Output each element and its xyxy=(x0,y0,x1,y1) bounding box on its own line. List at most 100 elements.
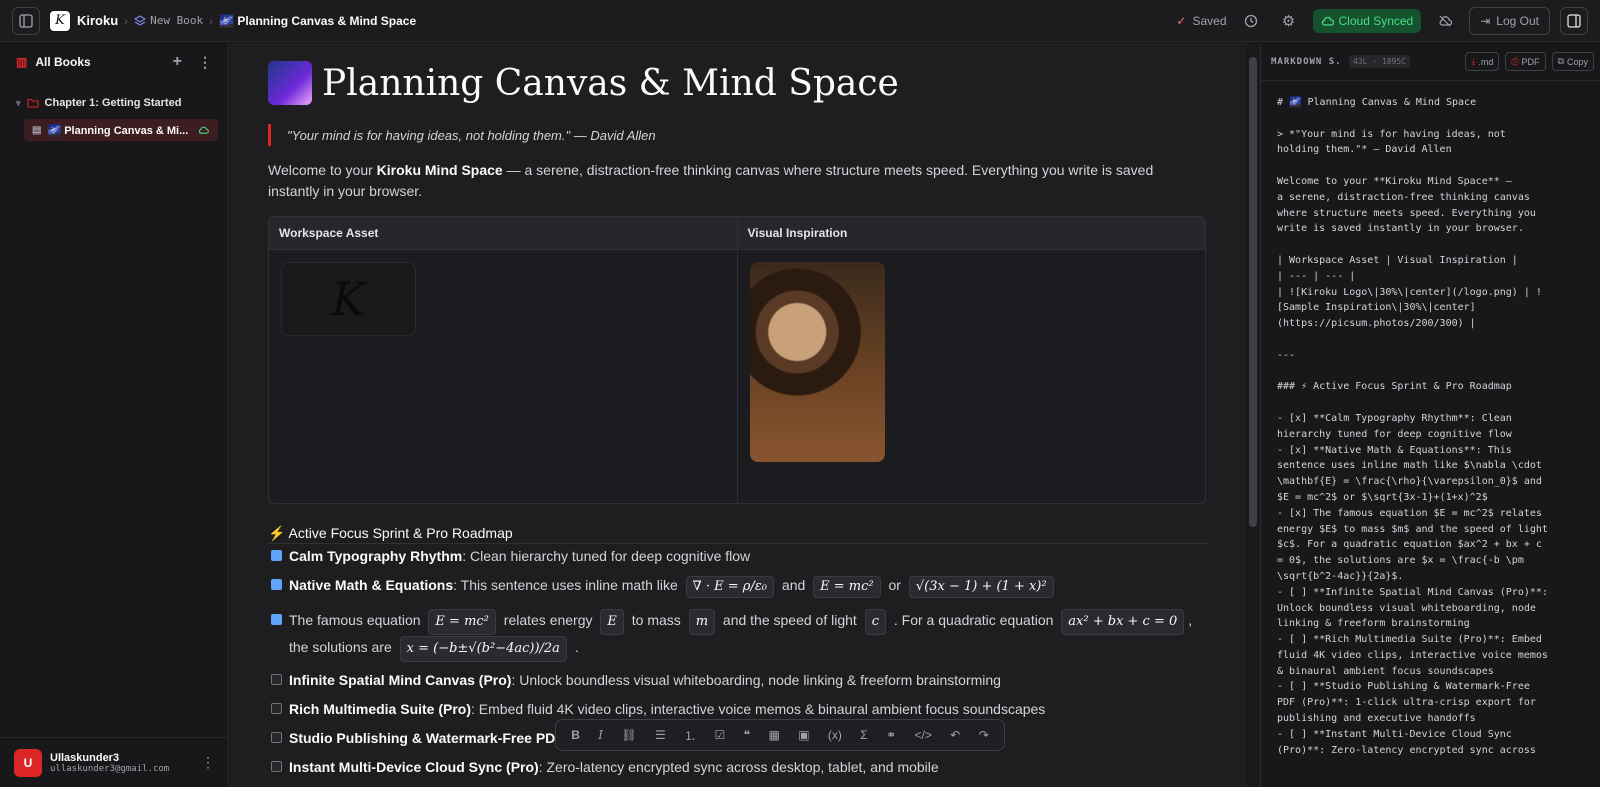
math-inline[interactable]: m xyxy=(688,609,716,635)
math-connector: to mass xyxy=(631,612,681,628)
download-icon: ⤓ xyxy=(1471,56,1476,66)
breadcrumb-book-label: New Book xyxy=(150,14,204,27)
sidebar-header: ▥ All Books + ⋮ xyxy=(0,43,228,81)
user-profile[interactable]: U Ullaskunder3 ullaskunder3@gmail.com ⋮ xyxy=(0,737,229,787)
bold-icon[interactable]: B xyxy=(571,728,580,742)
editor[interactable]: Planning Canvas & Mind Space "Your mind … xyxy=(230,43,1246,787)
logout-icon: ⇥ xyxy=(1480,14,1491,28)
image-icon[interactable]: ▣ xyxy=(798,728,809,742)
task-checkbox[interactable] xyxy=(271,703,282,714)
math-inline[interactable]: E = mc² xyxy=(813,576,881,598)
kiroku-logo-icon: K xyxy=(50,10,70,31)
page-title[interactable]: Planning Canvas & Mind Space xyxy=(268,59,1208,107)
task-title: Rich Multimedia Suite (Pro) xyxy=(289,701,472,717)
blockquote[interactable]: "Your mind is for having ideas, not hold… xyxy=(268,124,1208,146)
editor-scrollbar[interactable] xyxy=(1246,43,1260,787)
cloud-off-icon xyxy=(1439,15,1453,27)
math-inline[interactable]: ∇ · E = ρ/ε₀ xyxy=(685,576,775,598)
roadmap-heading-text: ⚡ Active Focus Sprint & Pro Roadmap xyxy=(268,524,513,541)
logout-button[interactable]: ⇥ Log Out xyxy=(1469,7,1550,35)
history-button[interactable] xyxy=(1237,7,1265,35)
settings-button[interactable]: ⚙ xyxy=(1275,7,1303,35)
user-email: ullaskunder3@gmail.com xyxy=(50,763,170,774)
intro-paragraph[interactable]: Welcome to your Kiroku Mind Space — a se… xyxy=(268,160,1208,202)
task-text: : Zero-latency encrypted sync across des… xyxy=(538,759,939,775)
task-list-icon[interactable]: ☑ xyxy=(715,728,726,742)
more-vertical-icon[interactable]: ⋮ xyxy=(201,754,215,771)
export-pdf-label: PDF xyxy=(1521,56,1540,67)
cloud-icon xyxy=(1321,16,1334,26)
link-icon[interactable]: ⛓ xyxy=(621,728,636,742)
task-checkbox[interactable] xyxy=(271,550,282,561)
task-item: Instant Multi-Device Cloud Sync (Pro): Z… xyxy=(268,757,1208,777)
add-book-button[interactable]: + xyxy=(173,53,182,71)
math-inline[interactable]: √(3x − 1) + (1 + x)² xyxy=(908,576,1054,598)
diagram-icon[interactable]: ⚭ xyxy=(886,728,896,742)
cloud-sync-status[interactable]: Cloud Synced xyxy=(1312,9,1422,33)
task-title: Infinite Spatial Mind Canvas (Pro) xyxy=(289,672,512,688)
task-checkbox[interactable] xyxy=(271,614,282,625)
markdown-source[interactable]: # 🌌 Planning Canvas & Mind Space > *"You… xyxy=(1261,81,1600,758)
code-icon[interactable]: </> xyxy=(915,728,932,742)
math-connector: or xyxy=(888,577,901,593)
save-status-label: Saved xyxy=(1192,14,1227,28)
task-text: : Clean hierarchy tuned for deep cogniti… xyxy=(462,548,751,564)
breadcrumb-book[interactable]: New Book xyxy=(134,14,203,27)
intro-pre: Welcome to your xyxy=(268,162,377,178)
sigma-icon[interactable]: Σ xyxy=(860,728,867,742)
task-title: Native Math & Equations xyxy=(289,577,454,593)
app-brand[interactable]: K Kiroku xyxy=(50,10,118,31)
math-inline[interactable]: E = mc² xyxy=(428,609,496,635)
toggle-sidebar-button[interactable] xyxy=(12,6,40,35)
task-checkbox[interactable] xyxy=(271,674,282,685)
undo-icon[interactable]: ↶ xyxy=(950,728,960,742)
bullet-list-icon[interactable]: ☰ xyxy=(655,728,666,742)
format-toolbar: B I ⛓ ☰ ⒈ ☑ ❝ ▦ ▣ (x) Σ ⚭ </> ↶ ↷ xyxy=(555,719,1005,751)
task-text: : Unlock boundless visual whiteboarding,… xyxy=(511,672,1001,688)
math-connector: . For a quadratic equation xyxy=(893,612,1054,628)
task-text: : This sentence uses inline math like xyxy=(453,577,678,593)
math-connector: . xyxy=(574,639,579,655)
task-checkbox[interactable] xyxy=(271,761,282,772)
offline-toggle-button[interactable] xyxy=(1431,7,1459,35)
toggle-markdown-panel-button[interactable] xyxy=(1560,7,1588,35)
library-icon: ▥ xyxy=(16,55,28,69)
italic-icon[interactable]: I xyxy=(598,728,603,742)
quote-icon[interactable]: ❝ xyxy=(744,728,750,742)
math-inline[interactable]: E xyxy=(600,609,624,635)
kiroku-logo-image[interactable]: K xyxy=(281,262,416,336)
math-inline[interactable]: x = (−b±√(b²−4ac))/2a xyxy=(399,636,567,662)
galaxy-emoji-icon xyxy=(268,61,312,105)
task-checkbox[interactable] xyxy=(271,732,282,743)
save-status: ✓ Saved xyxy=(1176,14,1226,28)
task-text: : Embed fluid 4K video clips, interactiv… xyxy=(471,701,1046,717)
math-inline[interactable]: ax² + bx + c = 0 xyxy=(1061,609,1185,635)
math-connector: and the speed of light xyxy=(722,612,857,628)
export-md-button[interactable]: ⤓ .md xyxy=(1465,52,1500,71)
roadmap-heading[interactable]: ⚡ Active Focus Sprint & Pro Roadmap xyxy=(268,524,1208,544)
scrollbar-thumb[interactable] xyxy=(1249,57,1257,527)
markdown-panel: MARKDOWN S... 43L · 1895C ⤓.md ⎙PDF ⧉Cop… xyxy=(1260,43,1600,787)
layers-icon xyxy=(134,14,147,26)
variable-icon[interactable]: (x) xyxy=(828,728,842,742)
redo-icon[interactable]: ↷ xyxy=(979,728,989,742)
logout-label: Log Out xyxy=(1496,14,1539,28)
task-item: Calm Typography Rhythm: Clean hierarchy … xyxy=(268,546,1208,566)
document: Planning Canvas & Mind Space "Your mind … xyxy=(268,43,1208,777)
table-column: Visual Inspiration xyxy=(737,217,1205,503)
sidebar-page-active[interactable]: ▤ 🌌 Planning Canvas & Mi... xyxy=(24,119,218,141)
coffee-inspiration-image[interactable] xyxy=(749,262,885,462)
task-item: Native Math & Equations: This sentence u… xyxy=(268,575,1208,598)
export-pdf-button[interactable]: ⎙ PDF xyxy=(1505,52,1546,71)
more-vertical-icon[interactable]: ⋮ xyxy=(198,54,212,71)
task-title: Studio Publishing & Watermark-Free PDF ( xyxy=(289,730,573,746)
numbered-list-icon[interactable]: ⒈ xyxy=(684,727,696,744)
sidebar-chapter[interactable]: ▾ Chapter 1: Getting Started xyxy=(0,93,228,113)
clock-icon xyxy=(1244,14,1257,28)
top-bar: K Kiroku › New Book › 🌌 Planning Canvas … xyxy=(0,0,1600,42)
task-checkbox[interactable] xyxy=(271,579,282,590)
copy-button[interactable]: ⧉ Copy xyxy=(1551,52,1594,71)
table-icon[interactable]: ▦ xyxy=(768,728,779,742)
sidebar: ▥ All Books + ⋮ ▾ Chapter 1: Getting Sta… xyxy=(0,43,229,787)
math-inline[interactable]: c xyxy=(864,609,886,635)
